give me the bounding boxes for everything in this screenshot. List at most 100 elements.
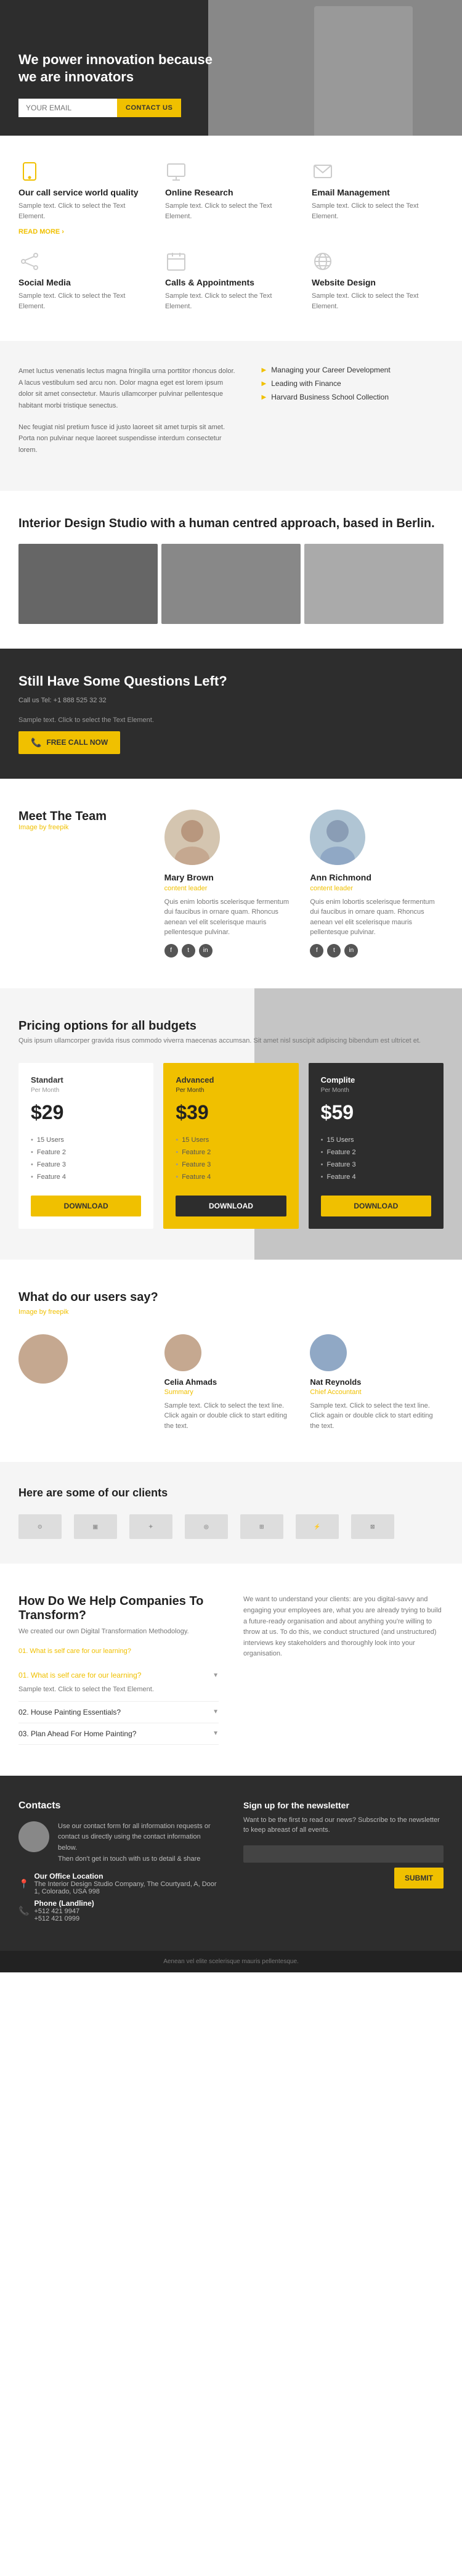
services-section: Our call service world quality Sample te… xyxy=(0,136,462,341)
team-grid: Meet The Team Image by freepik Mary Brow… xyxy=(18,810,444,958)
contacts-section: Contacts Use our contact form for all in… xyxy=(0,1776,462,1951)
service-title-1: Our call service world quality xyxy=(18,187,150,197)
plan-period-1: Per Month xyxy=(31,1087,141,1094)
client-logo-2: ▣ xyxy=(74,1514,117,1539)
testimonial-name-1: Celia Ahmads xyxy=(164,1377,298,1387)
client-logo-6: ⚡ xyxy=(296,1514,339,1539)
faq-right: We want to understand your clients: are … xyxy=(243,1594,444,1745)
service-item-1: Our call service world quality Sample te… xyxy=(18,160,150,236)
faq-question-1[interactable]: 01. What is self care for our learning? … xyxy=(18,1671,219,1680)
studio-image-1 xyxy=(18,544,158,624)
newsletter-submit-button[interactable]: SUBMIT xyxy=(394,1868,444,1889)
service-title-5: Calls & Appointments xyxy=(165,277,297,287)
plan-features-1: 15 Users Feature 2 Feature 3 Feature 4 xyxy=(31,1134,141,1183)
linkedin-icon[interactable]: in xyxy=(199,944,213,958)
plan-price-2: $39 xyxy=(176,1101,286,1124)
info-list-item-3: Harvard Business School Collection xyxy=(262,393,444,401)
service-title-6: Website Design xyxy=(312,277,444,287)
client-logo-5: ⊞ xyxy=(240,1514,283,1539)
linkedin-icon-2[interactable]: in xyxy=(344,944,358,958)
free-call-button[interactable]: 📞 FREE CALL NOW xyxy=(18,731,120,754)
team-member-1: Mary Brown content leader Quis enim lobo… xyxy=(164,810,298,958)
monitor-icon xyxy=(165,160,187,183)
plan-button-2[interactable]: DOWNLOAD xyxy=(176,1196,286,1216)
plan-feature-2-4: Feature 4 xyxy=(176,1171,286,1183)
studio-images xyxy=(18,544,444,624)
service-title-2: Online Research xyxy=(165,187,297,197)
client-logo-1: ⊙ xyxy=(18,1514,62,1539)
contact-phone-row: 📞 Phone (Landline) +512 421 9947 +512 42… xyxy=(18,1899,219,1922)
service-item-3: Email Management Sample text. Click to s… xyxy=(312,160,444,236)
service-text-5: Sample text. Click to select the Text El… xyxy=(165,291,297,311)
service-text-3: Sample text. Click to select the Text El… xyxy=(312,201,444,221)
studio-title: Interior Design Studio with a human cent… xyxy=(18,515,444,531)
studio-image-3 xyxy=(304,544,444,624)
faq-subtitle: We created our own Digital Transformatio… xyxy=(18,1628,219,1635)
plan-feature-3-3: Feature 3 xyxy=(321,1159,431,1171)
chevron-down-icon-3: ▼ xyxy=(213,1730,219,1737)
plan-feature-1-1: 15 Users xyxy=(31,1134,141,1146)
plan-name-3: Complite xyxy=(321,1075,431,1085)
newsletter-email-input[interactable] xyxy=(243,1845,444,1863)
testimonial-placeholder xyxy=(18,1334,152,1390)
faq-item-1[interactable]: 01. What is self care for our learning? … xyxy=(18,1665,219,1702)
twitter-icon[interactable]: t xyxy=(182,944,195,958)
testimonial-name-2: Nat Reynolds xyxy=(310,1377,444,1387)
plan-button-1[interactable]: DOWNLOAD xyxy=(31,1196,141,1216)
team-social-2: f t in xyxy=(310,944,444,958)
twitter-icon-2[interactable]: t xyxy=(327,944,341,958)
team-placeholder: Meet The Team Image by freepik xyxy=(18,810,152,837)
service-item-4: Social Media Sample text. Click to selec… xyxy=(18,250,150,316)
testimonial-avatar-2 xyxy=(310,1334,347,1371)
cta-title: Still Have Some Questions Left? xyxy=(18,673,444,689)
plan-features-3: 15 Users Feature 2 Feature 3 Feature 4 xyxy=(321,1134,431,1183)
testimonial-avatar-1 xyxy=(164,1334,201,1371)
contact-info-text: Use our contact form for all information… xyxy=(58,1821,219,1854)
faq-question-2[interactable]: 02. House Painting Essentials? ▼ xyxy=(18,1708,219,1717)
service-text-6: Sample text. Click to select the Text El… xyxy=(312,291,444,311)
team-section-title: Meet The Team xyxy=(18,810,152,824)
plan-feature-3-4: Feature 4 xyxy=(321,1171,431,1183)
pricing-card-standart: Standart Per Month $29 15 Users Feature … xyxy=(18,1063,153,1229)
testimonial-placeholder-avatar xyxy=(18,1334,68,1384)
pricing-section: Pricing options for all budgets Quis ips… xyxy=(0,988,462,1260)
faq-right-text: We want to understand your clients: are … xyxy=(243,1594,444,1660)
email-input[interactable] xyxy=(18,99,117,117)
client-logo-7: ⊠ xyxy=(351,1514,394,1539)
facebook-icon[interactable]: f xyxy=(164,944,178,958)
faq-answer-1: Sample text. Click to select the Text El… xyxy=(18,1680,219,1695)
plan-button-3[interactable]: DOWNLOAD xyxy=(321,1196,431,1216)
pricing-card-advanced: Advanced Per Month $39 15 Users Feature … xyxy=(163,1063,298,1229)
info-section: Amet luctus venenatis lectus magna fring… xyxy=(0,341,462,491)
service-text-2: Sample text. Click to select the Text El… xyxy=(165,201,297,221)
facebook-icon-2[interactable]: f xyxy=(310,944,323,958)
pricing-content: Pricing options for all budgets Quis ips… xyxy=(18,1019,444,1229)
plan-feature-2-1: 15 Users xyxy=(176,1134,286,1146)
team-avatar-2 xyxy=(310,810,365,865)
contact-us-button[interactable]: CONTACT US xyxy=(117,99,181,117)
faq-item-3[interactable]: 03. Plan Ahead For Home Painting? ▼ xyxy=(18,1723,219,1745)
info-right: Managing your Career Development Leading… xyxy=(262,366,444,466)
contact-phone: +512 421 9947 xyxy=(34,1908,94,1915)
contact-avatar xyxy=(18,1821,49,1852)
info-paragraph-2: Nec feugiat nisl pretium fusce id justo … xyxy=(18,422,237,456)
services-grid: Our call service world quality Sample te… xyxy=(18,160,444,316)
info-left: Amet luctus venenatis lectus magna fring… xyxy=(18,366,237,466)
team-member-2: Ann Richmond content leader Quis enim lo… xyxy=(310,810,444,958)
info-list: Managing your Career Development Leading… xyxy=(262,366,444,401)
contact-address: The Interior Design Studio Company, The … xyxy=(34,1881,219,1895)
team-section: Meet The Team Image by freepik Mary Brow… xyxy=(0,779,462,988)
plan-feature-3-2: Feature 2 xyxy=(321,1146,431,1159)
service-link-1[interactable]: READ MORE › xyxy=(18,228,64,236)
faq-item-2[interactable]: 02. House Painting Essentials? ▼ xyxy=(18,1702,219,1723)
faq-title: How Do We Help Companies To Transform? xyxy=(18,1594,219,1623)
location-icon: 📍 xyxy=(18,1879,29,1889)
footer: Aenean vel elite scelerisque mauris pell… xyxy=(0,1951,462,1972)
clients-section: Here are some of our clients ⊙ ▣ ✦ ◎ ⊞ ⚡… xyxy=(0,1462,462,1564)
team-social-1: f t in xyxy=(164,944,298,958)
info-paragraph-1: Amet luctus venenatis lectus magna fring… xyxy=(18,366,237,412)
newsletter-form: SUBMIT xyxy=(243,1845,444,1889)
plan-feature-2-2: Feature 2 xyxy=(176,1146,286,1159)
faq-question-3[interactable]: 03. Plan Ahead For Home Painting? ▼ xyxy=(18,1729,219,1738)
pricing-title: Pricing options for all budgets xyxy=(18,1019,444,1033)
